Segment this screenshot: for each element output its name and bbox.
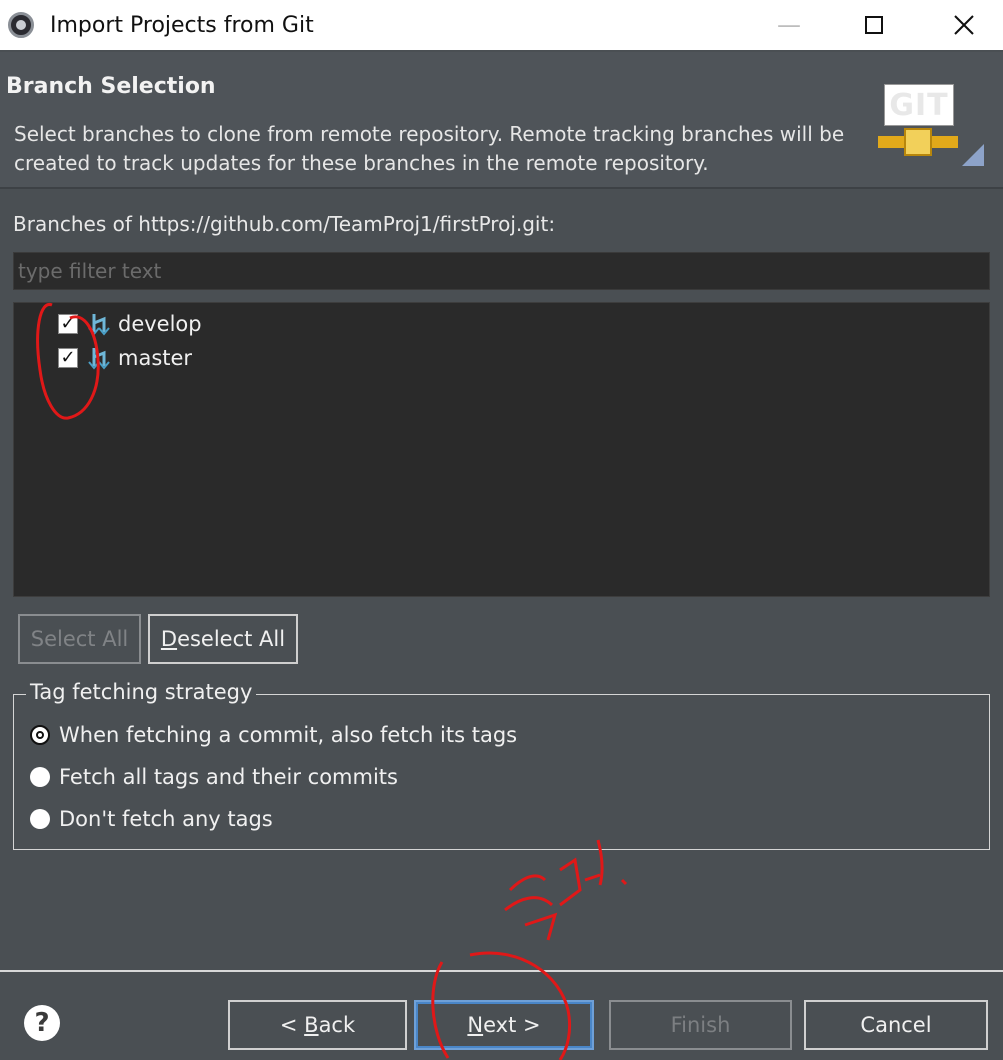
radio-label: Don't fetch any tags <box>59 807 273 831</box>
back-prefix: < <box>279 1013 305 1037</box>
branch-item-develop[interactable]: ✓ develop <box>58 307 202 341</box>
deselect-all-mnemonic: D <box>160 627 178 651</box>
select-all-label: Select All <box>30 627 129 651</box>
next-label: ext > <box>483 1013 541 1037</box>
tag-fetching-legend: Tag fetching strategy <box>26 680 257 704</box>
annotation-handwriting <box>504 839 628 941</box>
remote-branch-icon <box>88 348 110 370</box>
branch-name: master <box>118 346 193 370</box>
radio-button-selected[interactable] <box>30 725 50 745</box>
cancel-label: Cancel <box>860 1013 932 1037</box>
branch-name: develop <box>118 312 202 336</box>
branch-filter-input[interactable] <box>13 252 990 290</box>
minimize-button[interactable]: — <box>760 0 818 50</box>
back-mnemonic: B <box>304 1013 319 1037</box>
finish-button[interactable]: Finish <box>609 1000 792 1050</box>
cancel-button[interactable]: Cancel <box>804 1000 988 1050</box>
back-label: ack <box>318 1013 356 1037</box>
finish-label: Finish <box>670 1013 731 1037</box>
deselect-all-label: eselect All <box>177 627 286 651</box>
radio-fetch-all-tags[interactable]: Fetch all tags and their commits <box>30 762 398 792</box>
maximize-button[interactable] <box>845 0 903 50</box>
git-logo-icon: GIT <box>878 80 990 180</box>
select-all-button[interactable]: Select All <box>18 614 141 664</box>
deselect-all-button[interactable]: Deselect All <box>148 614 298 664</box>
maximize-icon <box>865 16 883 34</box>
branches-label: Branches of https://github.com/TeamProj1… <box>13 212 556 236</box>
next-button[interactable]: Next > <box>414 1000 594 1050</box>
page-description: Select branches to clone from remote rep… <box>14 122 845 175</box>
help-icon[interactable]: ? <box>24 1005 60 1041</box>
button-bar-divider <box>0 970 1003 972</box>
branch-list[interactable]: ✓ develop ✓ master <box>13 302 990 597</box>
branch-checkbox[interactable]: ✓ <box>58 314 78 334</box>
radio-button[interactable] <box>30 809 50 829</box>
radio-no-tags[interactable]: Don't fetch any tags <box>30 804 273 834</box>
radio-label: Fetch all tags and their commits <box>59 765 398 789</box>
branch-item-master[interactable]: ✓ master <box>58 341 192 375</box>
close-button[interactable] <box>935 0 993 50</box>
radio-button[interactable] <box>30 767 50 787</box>
title-bar: Import Projects from Git — <box>0 0 1003 50</box>
close-icon <box>954 15 974 35</box>
radio-label: When fetching a commit, also fetch its t… <box>59 723 518 747</box>
next-mnemonic: N <box>467 1013 484 1037</box>
wizard-banner: Branch Selection Select branches to clon… <box>0 52 1003 187</box>
git-logo-label: GIT <box>884 84 954 126</box>
banner-divider <box>0 187 1003 189</box>
window-title: Import Projects from Git <box>50 12 314 38</box>
remote-branch-icon <box>88 314 110 336</box>
page-title: Branch Selection <box>6 74 216 99</box>
back-button[interactable]: < Back <box>228 1000 407 1050</box>
eclipse-app-icon <box>8 12 34 38</box>
radio-fetch-commit-tags[interactable]: When fetching a commit, also fetch its t… <box>30 720 517 750</box>
branch-checkbox[interactable]: ✓ <box>58 348 78 368</box>
